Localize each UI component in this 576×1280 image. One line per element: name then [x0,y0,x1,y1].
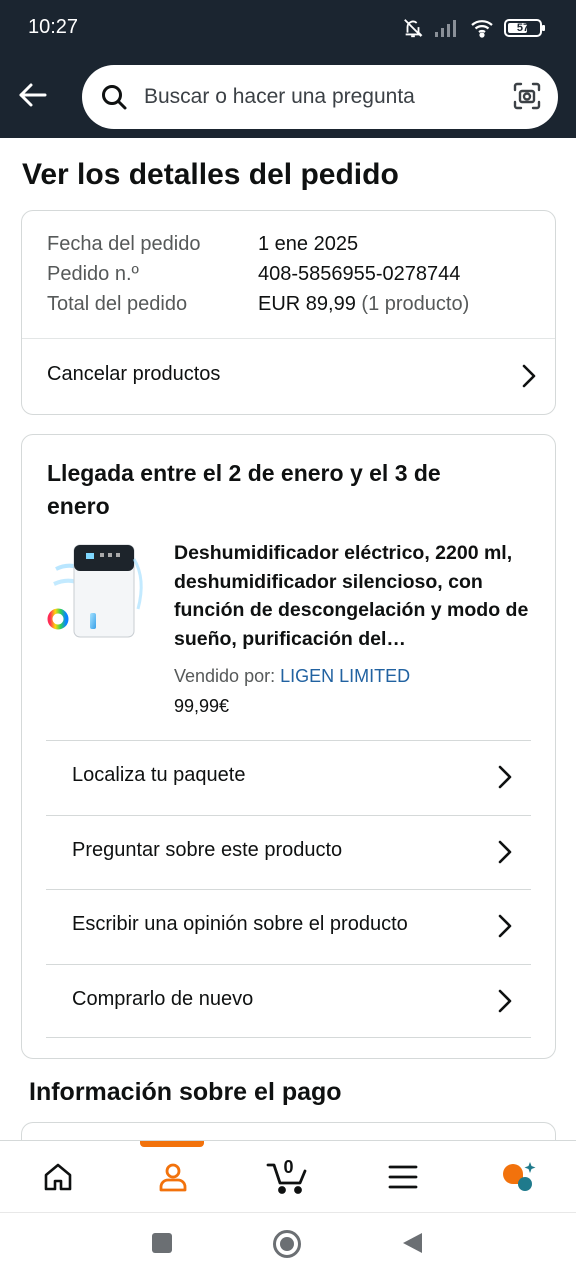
chevron-right-icon [498,840,512,863]
buy-again-link[interactable]: Comprarlo de nuevo [46,963,531,1038]
back-arrow-icon [19,83,47,107]
action-label: Comprarlo de nuevo [72,987,254,1010]
order-number-value: 408-5856955-0278744 [258,263,461,285]
cancel-products-label: Cancelar productos [47,363,221,385]
payment-section-title: Información sobre el pago [29,1078,342,1106]
cancel-products-link[interactable]: Cancelar productos [22,339,555,413]
top-bar: Buscar o hacer una pregunta [0,56,576,138]
order-date-label: Fecha del pedido [47,233,201,255]
battery-icon: 57 [504,19,545,37]
back-button[interactable] [14,76,52,114]
bottom-navigation: 0 [0,1140,576,1212]
camera-icon[interactable] [512,81,542,111]
search-placeholder: Buscar o hacer una pregunta [144,85,415,108]
order-total-value: EUR 89,99 (1 producto) [258,293,469,316]
signal-icon [435,20,456,37]
order-number-label: Pedido n.º [47,263,139,285]
order-total-count: (1 producto) [361,293,470,315]
person-icon [159,1163,186,1192]
ask-about-product-link[interactable]: Preguntar sobre este producto [46,814,531,890]
back-triangle-icon[interactable] [400,1231,424,1255]
wifi-icon [471,20,493,38]
status-time: 10:27 [28,16,79,38]
menu-icon [388,1165,417,1189]
product-price: 99,99€ [174,696,230,716]
search-icon [102,85,127,110]
product-image[interactable] [46,539,150,643]
chevron-right-icon [522,364,536,388]
order-actions-list: Localiza tu paquete Preguntar sobre este… [46,740,531,1038]
seller-name-link[interactable]: LIGEN LIMITED [280,666,410,686]
chat-assistant-icon [502,1162,535,1191]
recent-apps-icon[interactable] [150,1231,174,1255]
search-input[interactable]: Buscar o hacer una pregunta [82,65,558,129]
chevron-right-icon [498,914,512,938]
page-title: Ver los detalles del pedido [22,158,399,191]
seller-info: Vendido por: LIGEN LIMITED [174,666,410,687]
nav-account[interactable] [115,1141,230,1213]
status-bar: 10:27 57 [0,0,576,56]
seller-label: Vendido por: [174,666,276,686]
home-icon [44,1163,71,1191]
order-summary-card: Fecha del pedido 1 ene 2025 Pedido n.º 4… [21,210,556,415]
status-icons: 57 [402,16,545,40]
home-circle-icon[interactable] [272,1229,302,1259]
action-label: Preguntar sobre este producto [72,838,343,861]
order-date-value: 1 ene 2025 [258,233,359,255]
nav-home[interactable] [0,1141,115,1213]
chevron-right-icon [498,765,512,789]
order-total-amount: EUR 89,99 [258,293,356,315]
product-title-link[interactable]: Deshumidificador eléctrico, 2200 ml, des… [174,539,534,653]
track-package-link[interactable]: Localiza tu paquete [46,740,531,815]
nav-menu[interactable] [345,1141,460,1213]
nav-cart[interactable]: 0 [230,1141,345,1213]
notifications-muted-icon [404,19,423,38]
dehumidifier-image [47,544,143,638]
cart-count: 0 [283,1157,294,1177]
action-label: Escribir una opinión sobre el producto [72,913,408,935]
nav-assistant[interactable] [460,1141,575,1213]
order-total-label: Total del pedido [47,293,188,315]
write-review-link[interactable]: Escribir una opinión sobre el producto [46,889,531,964]
system-navigation-bar [0,1212,576,1280]
delivery-title: Llegada entre el 2 de enero y el 3 de en… [47,460,441,519]
chevron-right-icon [498,989,512,1012]
action-label: Localiza tu paquete [72,764,246,786]
delivery-card: Llegada entre el 2 de enero y el 3 de en… [21,434,556,1059]
